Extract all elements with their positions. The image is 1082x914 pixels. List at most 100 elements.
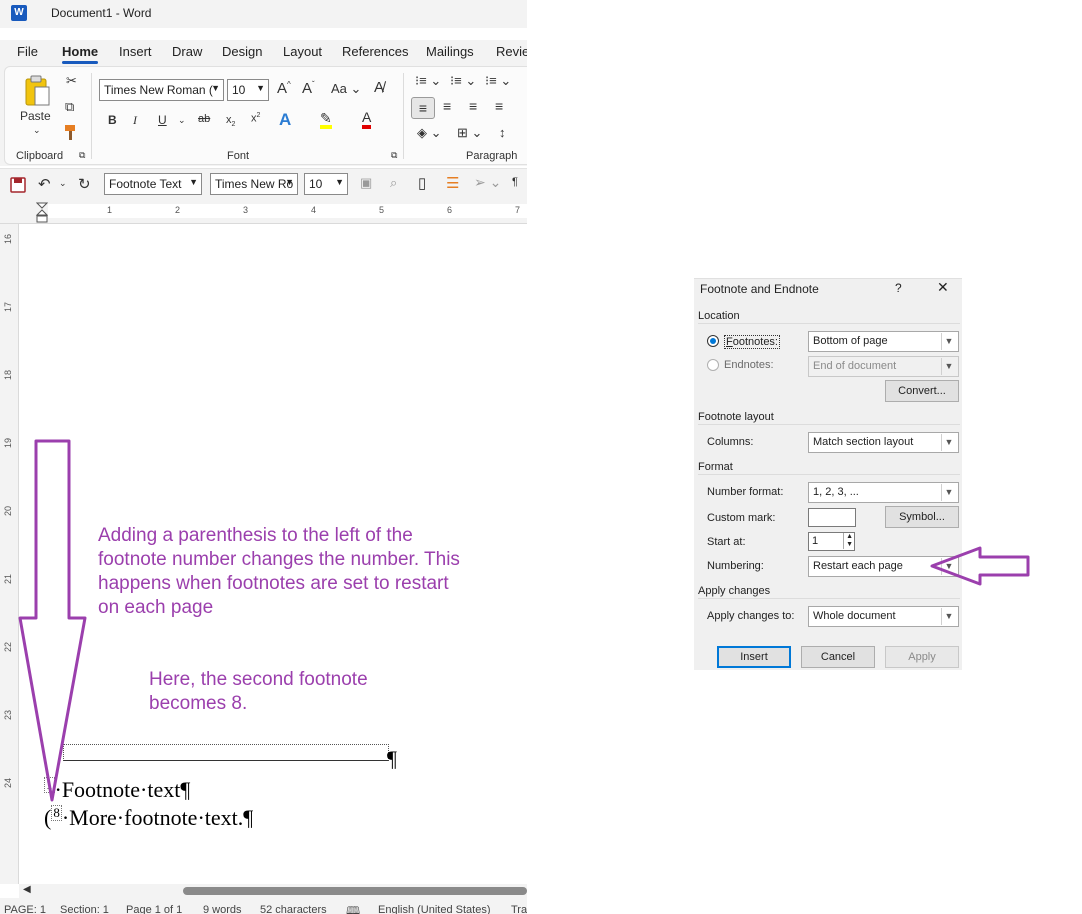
indent-marker-icon[interactable] — [36, 202, 48, 224]
bullets-icon[interactable]: ⁝≡ ⌄ — [415, 73, 441, 89]
tab-file[interactable]: File — [17, 44, 38, 59]
borders-icon[interactable]: ⊞ ⌄ — [457, 125, 482, 141]
status-track[interactable]: Tra — [511, 904, 527, 914]
underline-button[interactable]: U — [158, 113, 167, 127]
shading-icon[interactable]: ◈ ⌄ — [417, 125, 442, 141]
list-format-icon[interactable]: ☰ — [446, 174, 459, 192]
qat-size-value: 10 — [309, 177, 323, 191]
endnotes-radio[interactable] — [707, 359, 719, 371]
bold-button[interactable]: B — [108, 113, 117, 127]
numbering-icon[interactable]: ⁝≡ ⌄ — [450, 73, 476, 89]
apply-button[interactable]: Apply — [885, 646, 959, 668]
document-page[interactable]: Adding a parenthesis to the left of the … — [19, 224, 527, 884]
sort-icon[interactable]: ↕ — [499, 125, 506, 140]
multilevel-list-icon[interactable]: ⁝≡ ⌄ — [485, 73, 511, 89]
save-icon[interactable] — [10, 177, 26, 193]
undo-chevron-icon[interactable]: ⌄ — [59, 178, 67, 189]
qat-size-combo[interactable]: 10 ▼ — [304, 173, 348, 195]
endnotes-location-select[interactable]: End of document ▼ — [808, 356, 959, 377]
text-effects-icon[interactable]: A — [279, 110, 291, 130]
subscript-button[interactable]: x2 — [226, 114, 235, 128]
align-left-button[interactable]: ≡ — [411, 97, 435, 119]
qat-font-value: Times New Ro — [215, 177, 294, 191]
tab-design[interactable]: Design — [222, 44, 262, 59]
footnotes-label-text: ootnotes: — [732, 336, 778, 348]
font-size-combo[interactable]: 10 ▼ — [227, 79, 269, 101]
copy-icon[interactable]: ⧉ — [65, 99, 74, 115]
start-at-input[interactable]: 1 ▲ ▼ — [808, 532, 855, 551]
shrink-font-icon[interactable]: Aˇ — [302, 80, 315, 97]
convert-button[interactable]: Convert... — [885, 380, 959, 402]
custom-mark-input[interactable] — [808, 508, 856, 527]
horizontal-scrollbar[interactable]: ◀ — [19, 884, 527, 898]
undo-icon[interactable]: ↶ — [38, 175, 51, 193]
status-bar: PAGE: 1 Section: 1 Page 1 of 1 9 words 5… — [0, 898, 527, 914]
grow-font-icon[interactable]: A^ — [277, 80, 291, 97]
tab-review[interactable]: Revie — [496, 44, 527, 59]
justify-icon[interactable]: ≡ — [495, 98, 503, 114]
start-at-value: 1 — [812, 535, 819, 547]
spinner-arrows-icon[interactable]: ▲ ▼ — [843, 533, 853, 549]
send-icon[interactable]: ➢ ⌄ — [474, 174, 501, 191]
qat-font-combo[interactable]: Times New Ro ▼ — [210, 173, 298, 195]
font-color-icon[interactable]: A — [362, 110, 372, 129]
paste-button[interactable] — [23, 75, 51, 107]
insert-button[interactable]: Insert — [717, 646, 791, 668]
tab-draw[interactable]: Draw — [172, 44, 202, 59]
tab-insert[interactable]: Insert — [119, 44, 152, 59]
strikethrough-button[interactable]: ab — [198, 113, 210, 125]
scroll-left-icon[interactable]: ◀ — [23, 884, 31, 895]
highlight-icon[interactable]: ✎ — [320, 111, 332, 129]
scroll-thumb[interactable] — [183, 887, 527, 895]
status-page-of[interactable]: Page 1 of 1 — [126, 904, 182, 914]
footnotes-location-select[interactable]: Bottom of page ▼ — [808, 331, 959, 352]
tab-home[interactable]: Home — [62, 44, 99, 64]
font-launcher-icon[interactable]: ⧉ — [391, 150, 397, 161]
book-icon[interactable]: 🕮 — [346, 902, 360, 914]
superscript-button[interactable]: x2 — [251, 112, 260, 125]
ruler-number: 23 — [3, 709, 14, 721]
new-document-icon[interactable]: ▯ — [418, 174, 426, 192]
status-section[interactable]: Section: 1 — [60, 904, 109, 914]
change-case-icon[interactable]: Aa ⌄ — [331, 81, 361, 97]
status-chars[interactable]: 52 characters — [260, 904, 327, 914]
location-section-label: Location — [698, 310, 958, 324]
status-language[interactable]: English (United States) — [378, 904, 491, 914]
paste-chevron-icon[interactable]: ⌄ — [33, 125, 41, 136]
footnotes-radio[interactable] — [707, 335, 719, 347]
close-icon[interactable]: ✕ — [937, 279, 949, 296]
ribbon-panel: Paste ⌄ ✂ ⧉ Clipboard ⧉ Times New Roman … — [4, 66, 527, 165]
clipboard-group-label: Clipboard — [16, 150, 64, 162]
clipboard-launcher-icon[interactable]: ⧉ — [79, 150, 85, 161]
redo-icon[interactable]: ↻ — [78, 175, 91, 193]
tab-mailings[interactable]: Mailings — [426, 44, 474, 59]
tab-layout[interactable]: Layout — [283, 44, 322, 59]
align-right-icon[interactable]: ≡ — [469, 98, 477, 114]
cut-icon[interactable]: ✂ — [66, 73, 77, 89]
show-marks-icon[interactable]: ¶ — [512, 176, 518, 188]
status-page[interactable]: PAGE: 1 — [4, 904, 46, 914]
inspect-icon[interactable]: ⌕ — [390, 175, 397, 191]
underline-chevron-icon[interactable]: ⌄ — [178, 115, 186, 126]
apply-to-select[interactable]: Whole document ▼ — [808, 606, 959, 627]
format-painter-icon[interactable] — [63, 123, 81, 141]
footnote-2[interactable]: (8·More·footnote·text.¶ — [44, 805, 253, 831]
clear-formatting-icon[interactable]: A̸ — [374, 79, 384, 96]
insert-field-icon[interactable]: ▣ — [360, 175, 372, 191]
italic-button[interactable]: I — [133, 113, 137, 128]
ruler-number: 20 — [3, 505, 14, 517]
status-words[interactable]: 9 words — [203, 904, 242, 914]
font-name-combo[interactable]: Times New Roman (▼ — [99, 79, 224, 101]
style-combo[interactable]: Footnote Text ▼ — [104, 173, 202, 195]
footnote-1[interactable]: 1·Footnote·text¶ — [44, 777, 190, 803]
ruler-number: 17 — [3, 301, 14, 313]
word-window: W Document1 - Word File Home Insert Draw… — [0, 0, 527, 914]
numbering-select[interactable]: Restart each page ▼ — [808, 556, 959, 577]
number-format-select[interactable]: 1, 2, 3, ... ▼ — [808, 482, 959, 503]
cancel-button[interactable]: Cancel — [801, 646, 875, 668]
help-icon[interactable]: ? — [895, 281, 902, 295]
columns-select[interactable]: Match section layout ▼ — [808, 432, 959, 453]
symbol-button[interactable]: Symbol... — [885, 506, 959, 528]
align-center-icon[interactable]: ≡ — [443, 98, 451, 114]
tab-references[interactable]: References — [342, 44, 408, 59]
